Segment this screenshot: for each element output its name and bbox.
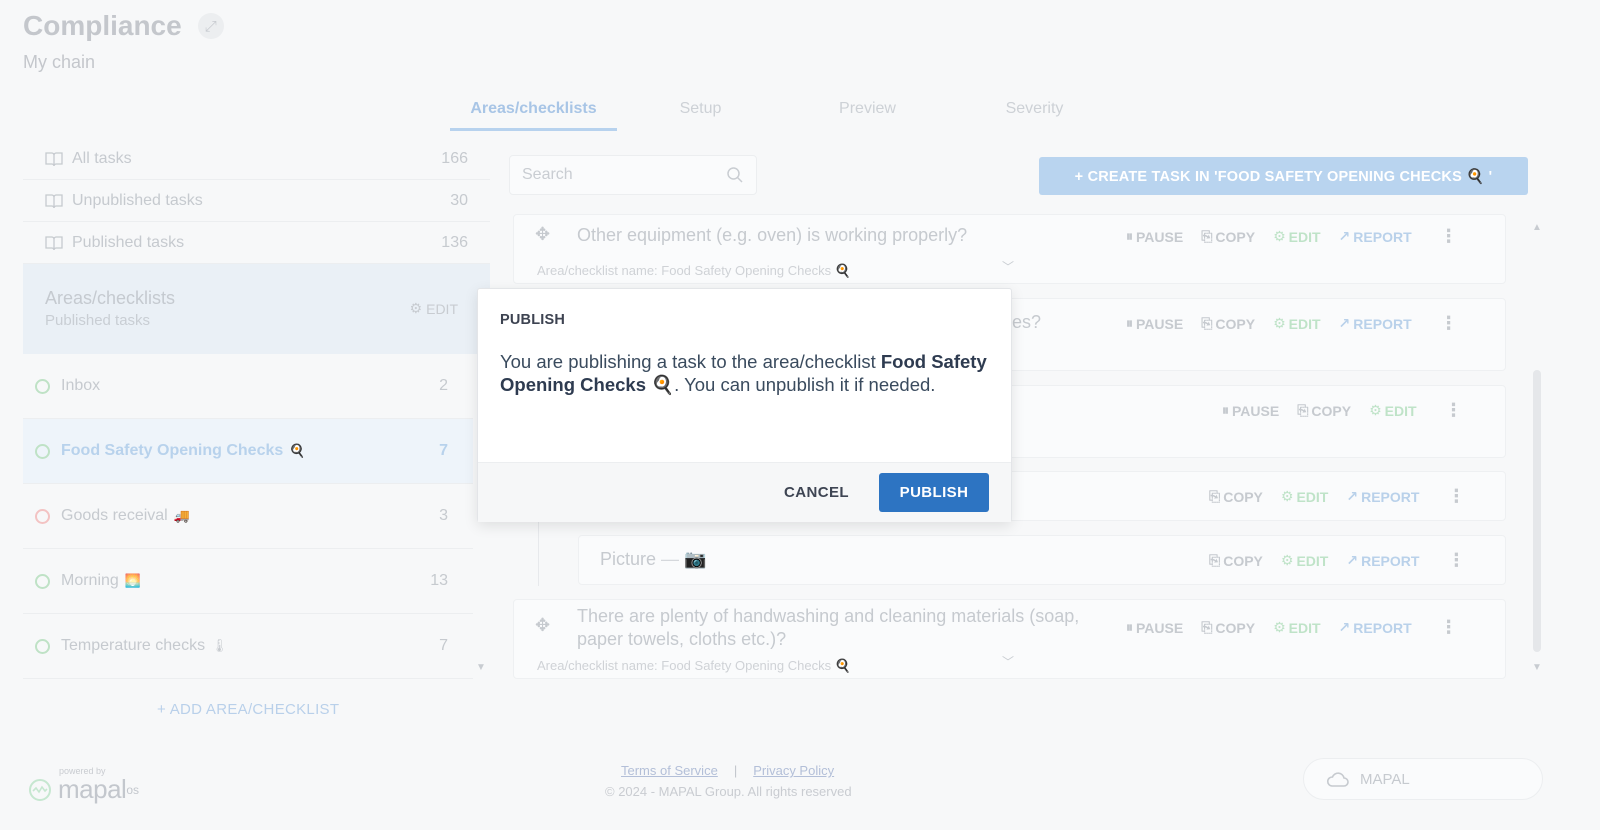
dialog-footer: CANCEL PUBLISH bbox=[478, 462, 1011, 522]
dialog-body: You are publishing a task to the area/ch… bbox=[500, 350, 990, 396]
dialog-body-prefix: You are publishing a task to the area/ch… bbox=[500, 351, 881, 372]
dialog-body-suffix: . You can unpublish it if needed. bbox=[674, 374, 936, 395]
publish-button[interactable]: PUBLISH bbox=[879, 473, 989, 512]
cancel-button[interactable]: CANCEL bbox=[774, 473, 859, 512]
publish-dialog: PUBLISH You are publishing a task to the… bbox=[477, 288, 1012, 522]
dialog-title: PUBLISH bbox=[500, 312, 566, 328]
